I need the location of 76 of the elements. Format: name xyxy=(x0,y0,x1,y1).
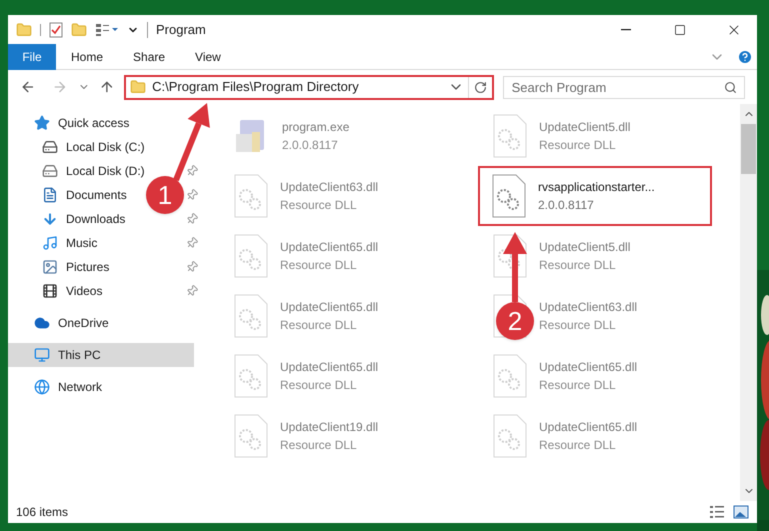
view-options-icon[interactable] xyxy=(95,22,119,36)
file-name[interactable]: UpdateClient63.dll xyxy=(280,178,378,196)
download-icon xyxy=(42,211,58,227)
gears-file-icon xyxy=(493,414,527,458)
file-detail: Resource DLL xyxy=(539,317,617,334)
sidebar-item[interactable]: OneDrive xyxy=(8,311,117,335)
file-name[interactable]: UpdateClient65.dll xyxy=(280,238,378,256)
maximize-icon xyxy=(674,24,686,36)
file-detail: Resource DLL xyxy=(539,137,617,154)
gears-file-icon xyxy=(234,174,268,218)
file-detail: 2.0.0.8117 xyxy=(282,137,339,154)
back-icon[interactable] xyxy=(20,79,36,95)
sidebar-item[interactable]: Local Disk (C:) xyxy=(8,135,153,159)
network-icon xyxy=(34,379,50,395)
properties-icon[interactable] xyxy=(49,22,63,38)
sidebar-item[interactable]: Music xyxy=(8,231,106,255)
annotation-arrow xyxy=(503,232,527,302)
scrollbar[interactable] xyxy=(740,104,757,501)
sidebar-item[interactable]: Network xyxy=(8,375,110,399)
cloud-icon xyxy=(34,315,50,331)
file-name[interactable]: UpdateClient65.dll xyxy=(280,358,378,376)
gears-file-icon xyxy=(234,294,268,338)
ribbon-tab[interactable]: Share xyxy=(118,44,180,70)
file-name[interactable]: program.exe xyxy=(282,118,350,136)
large-icons-view-icon[interactable] xyxy=(733,505,749,519)
ribbon-tab[interactable]: Home xyxy=(56,44,118,70)
file-detail: Resource DLL xyxy=(280,197,358,214)
file-name[interactable]: UpdateClient65.dll xyxy=(280,298,378,316)
file-detail: Resource DLL xyxy=(539,437,617,454)
file-detail: Resource DLL xyxy=(280,437,358,454)
file-name[interactable]: UpdateClient63.dll xyxy=(539,298,638,316)
gears-file-icon xyxy=(493,354,527,398)
star-icon xyxy=(34,115,50,131)
monitor-icon xyxy=(34,347,50,363)
gears-file-icon xyxy=(234,234,268,278)
file-detail: 2.0.0.8117 xyxy=(538,197,595,214)
item-count: 106 items xyxy=(16,504,68,521)
sidebar-item[interactable]: Downloads xyxy=(8,207,134,231)
sidebar-item[interactable]: Pictures xyxy=(8,255,118,279)
file-name[interactable]: UpdateClient5.dll xyxy=(539,118,630,136)
file-detail: Resource DLL xyxy=(280,377,358,394)
picture-icon xyxy=(42,259,58,275)
file-detail: Resource DLL xyxy=(539,377,617,394)
gears-file-icon xyxy=(493,114,527,158)
sidebar-item[interactable]: This PC xyxy=(8,343,194,367)
minimize-icon xyxy=(621,28,631,30)
help-icon[interactable] xyxy=(737,48,753,64)
address-field[interactable]: C:\Program Files\Program Directory xyxy=(124,74,494,100)
ribbon-tab[interactable]: File xyxy=(8,44,56,70)
sidebar-item[interactable]: Quick access xyxy=(8,111,138,135)
refresh-icon[interactable] xyxy=(474,80,487,94)
drive-icon xyxy=(42,139,58,155)
gears-file-icon xyxy=(492,174,526,218)
file-name[interactable]: UpdateClient19.dll xyxy=(280,418,378,436)
folder-icon xyxy=(130,79,146,95)
details-view-icon[interactable] xyxy=(709,505,725,519)
file-detail: Resource DLL xyxy=(539,257,617,274)
file-name[interactable]: UpdateClient65.dll xyxy=(539,358,638,376)
ribbon-tab[interactable]: View xyxy=(180,44,236,70)
scroll-thumb[interactable] xyxy=(741,124,756,174)
file-detail: Resource DLL xyxy=(280,317,358,334)
file-detail: Resource DLL xyxy=(280,257,358,274)
file-name[interactable]: rvsapplicationstarter... xyxy=(538,178,655,196)
window-title: Program xyxy=(156,20,206,39)
file-name[interactable]: UpdateClient5.dll xyxy=(539,238,630,256)
search-icon[interactable] xyxy=(724,80,737,94)
gears-file-icon xyxy=(234,414,268,458)
drive-icon xyxy=(42,163,58,179)
sidebar-item[interactable]: Documents xyxy=(8,183,135,207)
gears-file-icon xyxy=(234,354,268,398)
music-note-icon xyxy=(42,235,58,251)
sidebar-item[interactable]: Videos xyxy=(8,279,110,303)
search-field[interactable]: Search Program xyxy=(502,76,745,98)
film-icon xyxy=(42,283,58,299)
document-icon xyxy=(42,187,58,203)
file-name[interactable]: UpdateClient65.dll xyxy=(539,418,638,436)
